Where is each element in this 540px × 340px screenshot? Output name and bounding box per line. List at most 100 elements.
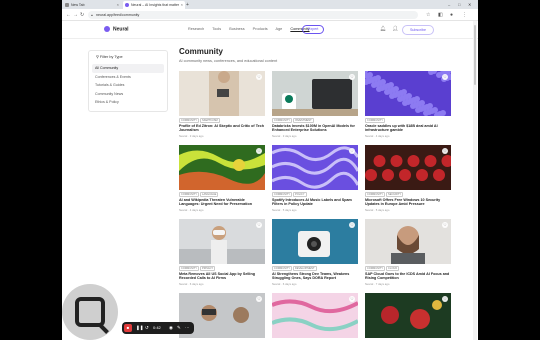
tab-neural[interactable]: Neural – AI Insights that matter × <box>123 1 185 9</box>
tag-badge[interactable]: POLICY <box>293 192 307 197</box>
address-bar[interactable]: 🔒︎ neural.app/feed/community <box>88 11 418 19</box>
article-card[interactable]: ♡ COMMUNITY INVESTMENT Databricks Invests $… <box>272 71 358 138</box>
camera-icon[interactable]: ◉ <box>169 324 173 332</box>
article-thumbnail[interactable]: ♡ <box>179 145 265 190</box>
filter-ethics-policy[interactable]: Ethics & Policy <box>92 98 164 107</box>
article-title[interactable]: Microsoft Offers Free Windows 10 Securit… <box>365 198 451 207</box>
page-scrollbar[interactable] <box>473 21 477 340</box>
bookmark-icon[interactable]: ♡ <box>256 222 262 228</box>
star-icon[interactable]: ☆ <box>426 11 430 19</box>
tab-new-tab[interactable]: New Tab × <box>63 1 121 9</box>
article-title[interactable]: AI Strengthens Strong Dev Teams, Weakens… <box>272 272 358 281</box>
filter-community-news[interactable]: Community News <box>92 90 164 99</box>
article-thumbnail[interactable]: ♡ <box>179 71 265 116</box>
article-thumbnail[interactable]: ♡ <box>272 219 358 264</box>
bookmark-icon[interactable]: ♡ <box>256 148 262 154</box>
bookmark-icon[interactable]: ♡ <box>256 296 262 302</box>
article-title[interactable]: Oracle saddles up with $18B deal amid AI… <box>365 124 451 133</box>
tag-badge[interactable]: COMMUNITY <box>365 118 385 123</box>
tag-badge[interactable]: LANGUAGE <box>200 192 219 197</box>
article-thumbnail[interactable]: ♡ <box>179 219 265 264</box>
tag-badge[interactable]: CLOUD <box>386 266 400 271</box>
bookmark-icon[interactable]: ♡ <box>349 296 355 302</box>
article-card[interactable]: ♡ COMMUNITY PRIVACY Meta Removes All US Soc… <box>179 219 265 286</box>
pause-button[interactable]: ❚❚ <box>136 324 144 332</box>
extensions-icon[interactable]: ◧ <box>438 11 443 19</box>
article-card[interactable]: ♡ <box>365 293 451 340</box>
menu-icon[interactable]: ⋮ <box>462 11 467 19</box>
article-title[interactable]: Databricks Invests $100M in OpenAI Model… <box>272 124 358 133</box>
tag-badge[interactable]: SECURITY <box>386 192 404 197</box>
nav-tools[interactable]: Tools <box>212 27 221 31</box>
bookmark-icon[interactable]: ♡ <box>442 74 448 80</box>
minimize-icon[interactable]: – <box>448 0 450 9</box>
tag-badge[interactable]: COMMUNITY <box>365 266 385 271</box>
nav-products[interactable]: Products <box>253 27 268 31</box>
close-tab-icon[interactable]: × <box>181 1 183 9</box>
article-card[interactable]: ♡ COMMUNITY CLOUD SAP Cloud Goes to the ICD… <box>365 219 451 286</box>
article-thumbnail[interactable]: ♡ <box>272 145 358 190</box>
tag-badge[interactable]: DEVELOPMENT <box>293 266 317 271</box>
restart-button[interactable]: ↺ <box>145 324 149 332</box>
subscribe-button[interactable]: Subscribe <box>402 25 434 35</box>
article-thumbnail[interactable]: ♡ <box>365 219 451 264</box>
tag-badge[interactable]: COMMUNITY <box>179 266 199 271</box>
user-icon[interactable]: 👤︎ <box>392 26 398 32</box>
bookmark-icon[interactable]: ♡ <box>349 222 355 228</box>
main-nav: Research Tools Business Products Age Com… <box>188 27 317 31</box>
expert-button[interactable]: Expert <box>302 25 325 34</box>
profile-icon[interactable]: ● <box>450 11 453 19</box>
notification-bell-icon[interactable]: 🔔︎ <box>380 26 386 32</box>
article-title[interactable]: AI and Wikipedia Threaten Vulnerable Lan… <box>179 198 265 207</box>
close-tab-icon[interactable]: × <box>117 1 119 9</box>
tag-badge[interactable]: PRIVACY <box>200 266 216 271</box>
tag-badge[interactable]: COMMUNITY <box>272 192 292 197</box>
article-title[interactable]: Spotify Introduces AI Music Labels and S… <box>272 198 358 207</box>
article-thumbnail[interactable]: ♡ <box>365 293 451 338</box>
tag-badge[interactable]: INVESTMENT <box>293 118 314 123</box>
bookmark-icon[interactable]: ♡ <box>256 74 262 80</box>
article-card[interactable]: ♡ COMMUNITY DEVELOPMENT AI Strengthens Stro… <box>272 219 358 286</box>
bookmark-icon[interactable]: ♡ <box>349 74 355 80</box>
filter-tutorials-guides[interactable]: Tutorials & Guides <box>92 81 164 90</box>
forward-icon[interactable]: → <box>73 11 78 19</box>
article-card[interactable]: ♡ COMMUNITY SECURITY Microsoft Offers Free … <box>365 145 451 212</box>
article-card[interactable]: ♡ COMMUNITY LANGUAGE AI and Wikipedia Threa… <box>179 145 265 212</box>
tag-badge[interactable]: COMMUNITY <box>272 266 292 271</box>
maximize-icon[interactable]: □ <box>458 0 460 9</box>
tag-badge[interactable]: SKEPTICISM <box>200 118 220 123</box>
stop-recording-button[interactable]: ■ <box>124 324 132 332</box>
tag-badge[interactable]: COMMUNITY <box>365 192 385 197</box>
bookmark-icon[interactable]: ♡ <box>442 148 448 154</box>
article-title[interactable]: Profile of Ed Zitron: AI Skeptic and Cri… <box>179 124 265 133</box>
article-thumbnail[interactable]: ♡ <box>365 145 451 190</box>
nav-business[interactable]: Business <box>229 27 244 31</box>
tag-badge[interactable]: COMMUNITY <box>179 192 199 197</box>
article-card[interactable]: ♡ COMMUNITY POLICY Spotify Introduces AI Mu… <box>272 145 358 212</box>
article-thumbnail[interactable]: ♡ <box>272 293 358 338</box>
scrollbar-thumb[interactable] <box>474 25 476 85</box>
article-thumbnail[interactable]: ♡ <box>272 71 358 116</box>
article-card[interactable]: ♡ <box>272 293 358 340</box>
article-card[interactable]: ♡ COMMUNITY SKEPTICISM Profile of Ed Zitron… <box>179 71 265 138</box>
bookmark-icon[interactable]: ♡ <box>349 148 355 154</box>
close-window-icon[interactable]: ✕ <box>468 0 471 9</box>
filter-all-community[interactable]: All Community <box>92 64 164 73</box>
filter-conferences-events[interactable]: Conferences & Events <box>92 73 164 82</box>
bookmark-icon[interactable]: ♡ <box>442 222 448 228</box>
more-options-button[interactable]: ⋯ <box>185 324 190 332</box>
article-card[interactable]: ♡ COMMUNITY Oracle saddles up with $18B de… <box>365 71 451 138</box>
tag-badge[interactable]: COMMUNITY <box>272 118 292 123</box>
article-title[interactable]: Meta Removes All US Social App by Sellin… <box>179 272 265 281</box>
new-tab-button[interactable]: + <box>186 1 189 9</box>
tag-badge[interactable]: COMMUNITY <box>179 118 199 123</box>
site-logo[interactable]: Neural <box>104 26 129 32</box>
nav-research[interactable]: Research <box>188 27 204 31</box>
nav-age[interactable]: Age <box>276 27 283 31</box>
reload-icon[interactable]: ↻ <box>80 11 84 19</box>
article-thumbnail[interactable]: ♡ <box>365 71 451 116</box>
draw-icon[interactable]: ✎ <box>177 324 181 332</box>
back-icon[interactable]: ← <box>66 11 71 19</box>
bookmark-icon[interactable]: ♡ <box>442 296 448 302</box>
article-title[interactable]: SAP Cloud Goes to the ICDS Amid AI Focus… <box>365 272 451 281</box>
